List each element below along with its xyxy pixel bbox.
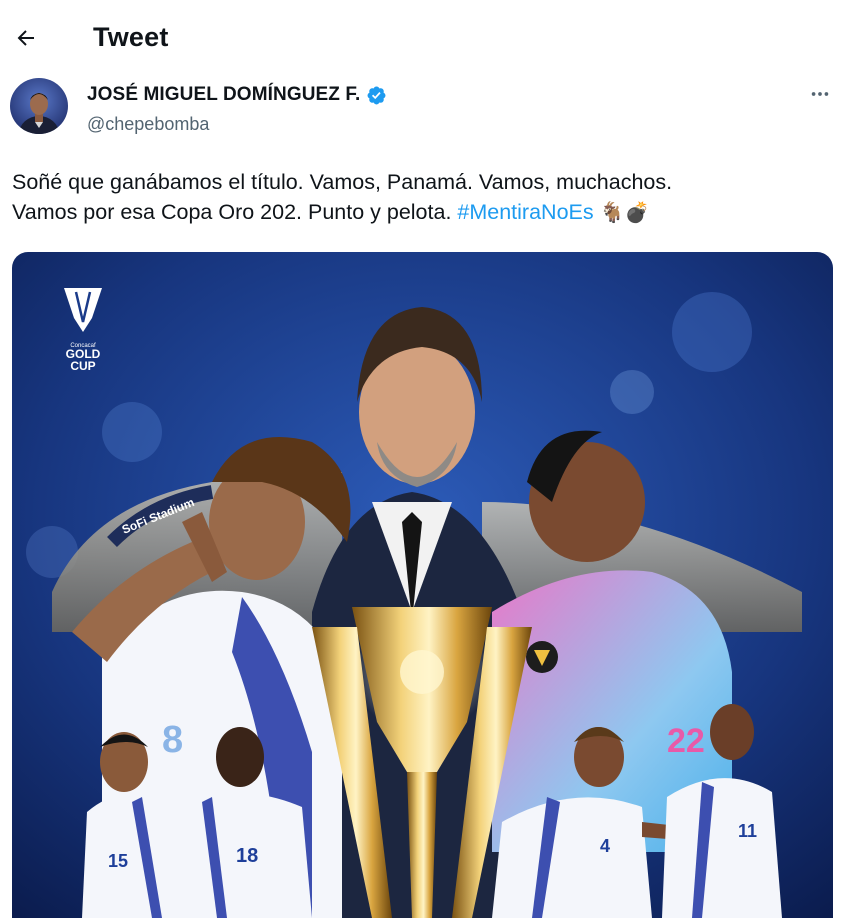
page-header: Tweet: [0, 0, 848, 76]
more-options-button[interactable]: [804, 80, 836, 108]
jersey-number-18: 18: [236, 845, 258, 867]
tweet-text-line-2: Vamos por esa Copa Oro 202. Punto y pelo…: [12, 197, 832, 228]
jersey-number-22: 22: [667, 722, 705, 760]
media-illustration: SoFi Stadium Concacaf GOLD CUP 8 22 15 1…: [12, 252, 833, 918]
avatar[interactable]: [10, 78, 68, 134]
tweet-text-line-2-body: Vamos por esa Copa Oro 202. Punto y pelo…: [12, 200, 458, 224]
tweet-text-line-1: Soñé que ganábamos el título. Vamos, Pan…: [12, 170, 673, 194]
jersey-number-11: 11: [738, 821, 757, 841]
hashtag-link[interactable]: #MentiraNoEs: [457, 200, 593, 224]
page-title: Tweet: [93, 22, 169, 52]
author-display-name[interactable]: JOSÉ MIGUEL DOMÍNGUEZ F.: [87, 84, 387, 106]
tweet-author: JOSÉ MIGUEL DOMÍNGUEZ F. @chepebomba: [10, 78, 838, 138]
tweet-text: Soñé que ganábamos el título. Vamos, Pan…: [12, 167, 832, 228]
tweet-media-image[interactable]: SoFi Stadium Concacaf GOLD CUP 8 22 15 1…: [12, 252, 833, 918]
jersey-number-4: 4: [600, 836, 610, 856]
more-horizontal-icon: [811, 92, 829, 96]
back-button[interactable]: [10, 22, 42, 54]
logo-cup-text: CUP: [70, 359, 95, 373]
author-name-text: JOSÉ MIGUEL DOMÍNGUEZ F.: [87, 84, 361, 105]
jersey-number-8: 8: [162, 719, 183, 761]
arrow-left-icon: [17, 30, 34, 46]
verified-badge-icon: [367, 86, 386, 104]
author-handle[interactable]: @chepebomba: [87, 114, 209, 135]
tweet-emojis: 🐐💣: [599, 202, 650, 224]
jersey-number-15: 15: [108, 851, 128, 871]
